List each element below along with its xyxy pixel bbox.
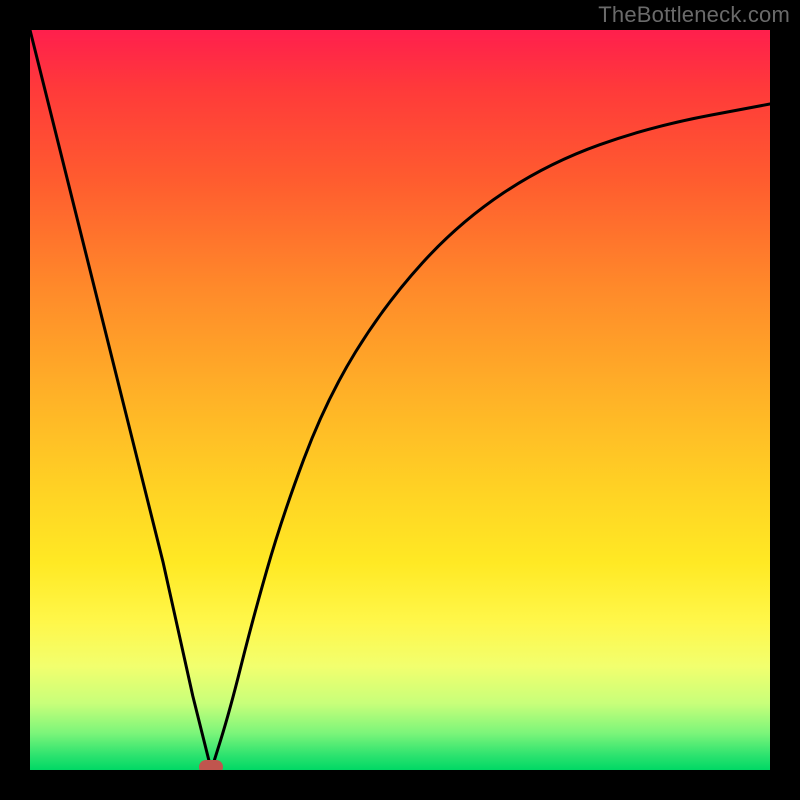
plot-area: [30, 30, 770, 770]
bottleneck-curve: [30, 30, 770, 770]
curve-path: [30, 30, 770, 770]
optimal-marker: [199, 760, 223, 770]
watermark-text: TheBottleneck.com: [598, 2, 790, 28]
chart-frame: TheBottleneck.com: [0, 0, 800, 800]
